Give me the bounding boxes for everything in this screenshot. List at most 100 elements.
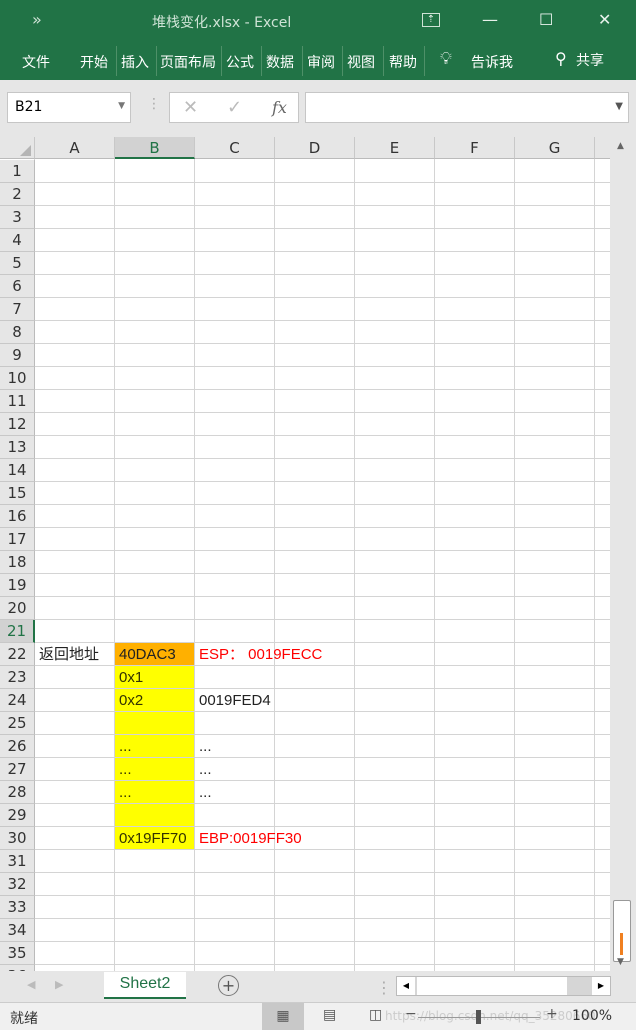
tab-data[interactable]: 数据 bbox=[266, 52, 294, 72]
row-header-6[interactable]: 6 bbox=[0, 275, 35, 298]
formula-input[interactable]: ▼ bbox=[305, 92, 629, 123]
row-header-31[interactable]: 31 bbox=[0, 850, 35, 873]
zoom-out-icon[interactable]: − bbox=[405, 1006, 417, 1022]
maximize-button[interactable]: ☐ bbox=[539, 10, 553, 29]
cell-a22[interactable]: 返回地址 bbox=[35, 643, 115, 665]
qat-more-icon[interactable]: » bbox=[32, 10, 42, 29]
lightbulb-icon[interactable]: 💡︎ bbox=[440, 49, 452, 69]
row-header-36[interactable]: 36 bbox=[0, 965, 35, 971]
cell-c24[interactable]: 0019FED4 bbox=[195, 689, 271, 711]
h-scroll-thumb[interactable] bbox=[417, 977, 567, 995]
worksheet-grid[interactable]: 返回地址 40DAC3 ESP： 0019FECC 0x1 0x2 0019FED4...… bbox=[0, 137, 610, 971]
expand-formula-icon[interactable]: ▼ bbox=[615, 101, 623, 112]
page-layout-view-icon[interactable]: ▤ bbox=[323, 1007, 336, 1023]
cell-b30[interactable]: 0x19FF70 bbox=[115, 827, 194, 849]
share-button[interactable]: 共享 bbox=[576, 50, 604, 70]
row-header-28[interactable]: 28 bbox=[0, 781, 35, 804]
cell-b25[interactable] bbox=[115, 712, 194, 734]
tab-help[interactable]: 帮助 bbox=[389, 52, 417, 72]
close-button[interactable]: ✕ bbox=[598, 10, 611, 29]
select-all-corner[interactable] bbox=[0, 137, 35, 159]
row-header-15[interactable]: 15 bbox=[0, 482, 35, 505]
column-header-partial[interactable] bbox=[595, 137, 610, 159]
row-header-24[interactable]: 24 bbox=[0, 689, 35, 712]
sheet-tab-sheet2[interactable]: Sheet2 bbox=[104, 972, 186, 999]
row-header-13[interactable]: 13 bbox=[0, 436, 35, 459]
row-header-21[interactable]: 21 bbox=[0, 620, 35, 643]
cancel-icon[interactable]: ✕ bbox=[183, 97, 198, 118]
row-header-1[interactable]: 1 bbox=[0, 160, 35, 183]
vertical-scrollbar[interactable]: ▲ ▼ bbox=[611, 137, 633, 971]
column-header-c[interactable]: C bbox=[195, 137, 275, 159]
row-header-30[interactable]: 30 bbox=[0, 827, 35, 850]
share-user-icon[interactable]: ⚲ bbox=[555, 49, 567, 68]
zoom-level[interactable]: 100% bbox=[572, 1008, 612, 1024]
tab-page-layout[interactable]: 页面布局 bbox=[160, 52, 217, 72]
zoom-in-icon[interactable]: + bbox=[546, 1006, 558, 1022]
chevron-down-icon[interactable]: ▼ bbox=[118, 101, 125, 111]
column-header-e[interactable]: E bbox=[355, 137, 435, 159]
cell-c27[interactable]: ... bbox=[195, 758, 212, 780]
row-header-34[interactable]: 34 bbox=[0, 919, 35, 942]
column-header-g[interactable]: G bbox=[515, 137, 595, 159]
row-header-14[interactable]: 14 bbox=[0, 459, 35, 482]
row-header-4[interactable]: 4 bbox=[0, 229, 35, 252]
add-sheet-icon[interactable]: + bbox=[218, 975, 239, 996]
row-header-9[interactable]: 9 bbox=[0, 344, 35, 367]
insert-function-icon[interactable]: fx bbox=[272, 98, 287, 117]
row-header-25[interactable]: 25 bbox=[0, 712, 35, 735]
cell-b29[interactable] bbox=[115, 804, 194, 826]
ribbon-display-icon[interactable]: ⇡ bbox=[422, 13, 440, 27]
row-header-23[interactable]: 23 bbox=[0, 666, 35, 689]
row-header-16[interactable]: 16 bbox=[0, 505, 35, 528]
row-header-7[interactable]: 7 bbox=[0, 298, 35, 321]
column-header-d[interactable]: D bbox=[275, 137, 355, 159]
row-header-17[interactable]: 17 bbox=[0, 528, 35, 551]
zoom-slider[interactable] bbox=[418, 1010, 540, 1024]
row-header-12[interactable]: 12 bbox=[0, 413, 35, 436]
row-header-11[interactable]: 11 bbox=[0, 390, 35, 413]
row-header-27[interactable]: 27 bbox=[0, 758, 35, 781]
row-header-8[interactable]: 8 bbox=[0, 321, 35, 344]
tab-home[interactable]: 开始 bbox=[80, 52, 108, 72]
tab-file[interactable]: 文件 bbox=[22, 52, 50, 72]
row-header-2[interactable]: 2 bbox=[0, 183, 35, 206]
scroll-down-icon[interactable]: ▼ bbox=[617, 957, 624, 967]
tab-formulas[interactable]: 公式 bbox=[226, 52, 254, 72]
name-box[interactable]: B21 ▼ bbox=[7, 92, 131, 123]
column-header-b[interactable]: B bbox=[115, 137, 195, 159]
tab-review[interactable]: 审阅 bbox=[307, 52, 335, 72]
row-header-5[interactable]: 5 bbox=[0, 252, 35, 275]
column-header-a[interactable]: A bbox=[35, 137, 115, 159]
prev-sheet-icon[interactable]: ◀ bbox=[27, 978, 35, 991]
cell-c22[interactable]: ESP： 0019FECC bbox=[195, 643, 322, 665]
cell-c26[interactable]: ... bbox=[195, 735, 212, 757]
row-header-19[interactable]: 19 bbox=[0, 574, 35, 597]
row-header-29[interactable]: 29 bbox=[0, 804, 35, 827]
tab-insert[interactable]: 插入 bbox=[121, 52, 149, 72]
row-header-20[interactable]: 20 bbox=[0, 597, 35, 620]
cell-b24[interactable]: 0x2 bbox=[115, 689, 194, 711]
column-header-f[interactable]: F bbox=[435, 137, 515, 159]
next-sheet-icon[interactable]: ▶ bbox=[55, 978, 63, 991]
row-header-3[interactable]: 3 bbox=[0, 206, 35, 229]
scroll-left-icon[interactable]: ◀ bbox=[397, 977, 415, 995]
scroll-right-icon[interactable]: ▶ bbox=[592, 977, 610, 995]
row-header-10[interactable]: 10 bbox=[0, 367, 35, 390]
cell-b28[interactable]: ... bbox=[115, 781, 194, 803]
page-break-view-icon[interactable]: ◫ bbox=[369, 1007, 382, 1023]
tab-view[interactable]: 视图 bbox=[347, 52, 375, 72]
cell-b27[interactable]: ... bbox=[115, 758, 194, 780]
enter-icon[interactable]: ✓ bbox=[227, 97, 242, 118]
cell-b22[interactable]: 40DAC3 bbox=[115, 643, 194, 665]
row-header-35[interactable]: 35 bbox=[0, 942, 35, 965]
cell-b23[interactable]: 0x1 bbox=[115, 666, 194, 688]
cell-c28[interactable]: ... bbox=[195, 781, 212, 803]
cell-b26[interactable]: ... bbox=[115, 735, 194, 757]
splitter-icon[interactable]: ⋮ bbox=[376, 978, 392, 997]
row-header-33[interactable]: 33 bbox=[0, 896, 35, 919]
row-header-18[interactable]: 18 bbox=[0, 551, 35, 574]
scroll-up-icon[interactable]: ▲ bbox=[617, 141, 624, 151]
row-header-26[interactable]: 26 bbox=[0, 735, 35, 758]
row-header-32[interactable]: 32 bbox=[0, 873, 35, 896]
